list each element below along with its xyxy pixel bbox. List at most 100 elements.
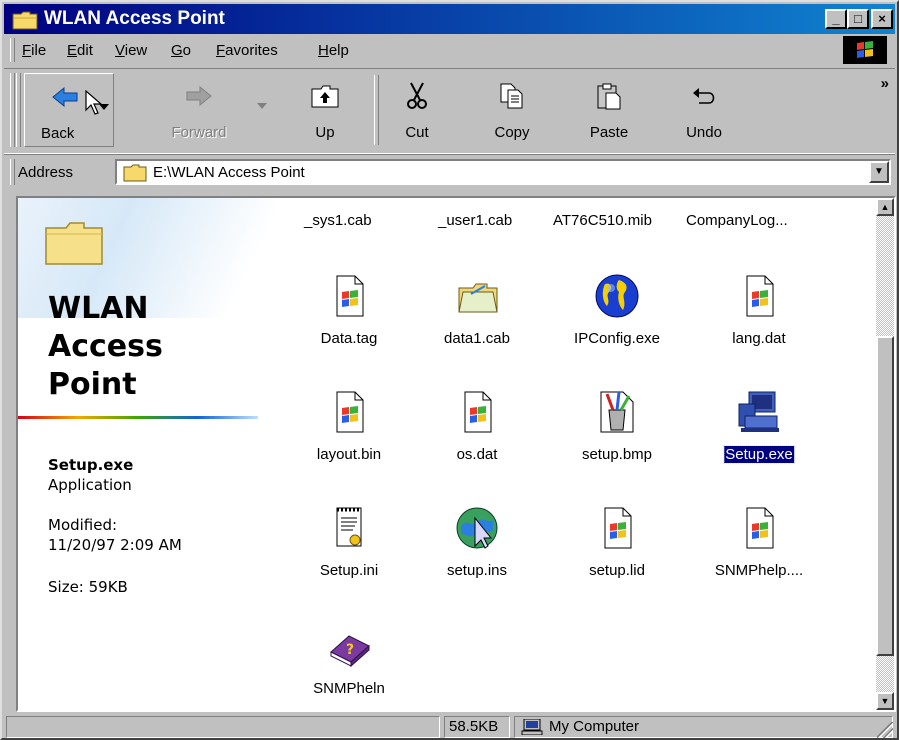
copy-button[interactable]: Copy [472, 73, 552, 147]
settings-file-icon [336, 507, 362, 547]
info-pane-title: WLAN Access Point [48, 290, 278, 404]
menu-help[interactable]: Help [318, 42, 349, 59]
file-item-snmphelp[interactable]: SNMPhelp.... [700, 504, 818, 604]
scroll-thumb[interactable] [876, 336, 894, 656]
address-bar: Address E:\WLAN Access Point ▼ [4, 154, 895, 189]
file-name: os.dat [456, 446, 498, 463]
menu-go[interactable]: Go [171, 42, 191, 59]
modified-value: 11/20/97 2:09 AM [48, 536, 182, 554]
file-item-lang-dat[interactable]: lang.dat [700, 272, 818, 372]
toolbar-overflow-button[interactable]: » [881, 75, 889, 92]
help-book-icon: ? [330, 635, 370, 668]
folder-icon [45, 222, 103, 265]
modified-label: Modified: [48, 516, 118, 534]
file-item-setup-exe[interactable]: Setup.exe [700, 388, 818, 488]
back-arrow-icon [52, 86, 78, 108]
address-value: E:\WLAN Access Point [153, 164, 305, 181]
minimize-button[interactable]: _ [825, 9, 847, 29]
file-name: setup.ins [446, 562, 508, 579]
file-name: setup.bmp [581, 446, 653, 463]
windows-file-icon [604, 507, 632, 549]
installshield-globe-icon [456, 507, 498, 549]
maximize-button[interactable]: □ [847, 9, 869, 29]
my-computer-icon [521, 719, 543, 735]
windows-logo-icon [843, 36, 887, 64]
menu-favorites[interactable]: Favorites [216, 42, 278, 59]
address-grip[interactable] [10, 159, 15, 185]
vertical-scrollbar[interactable]: ▲ ▼ [876, 198, 894, 710]
file-item-os-dat[interactable]: os.dat [418, 388, 536, 488]
resize-grip[interactable] [877, 722, 893, 738]
file-item-setup-lid[interactable]: setup.lid [558, 504, 676, 604]
info-title-line2: Access [48, 329, 163, 364]
status-zone: My Computer [514, 716, 893, 738]
file-name: SNMPhelp.... [714, 562, 804, 579]
standard-toolbar: Back Forward Up Cut Copy Paste Undo » [4, 68, 895, 154]
windows-file-icon [336, 275, 364, 317]
file-name: layout.bin [316, 446, 382, 463]
file-size: Size: 59KB [48, 578, 128, 596]
file-item-ipconfig-exe[interactable]: IPConfig.exe [558, 272, 676, 372]
color-rule [18, 416, 258, 419]
mouse-cursor-icon [85, 90, 103, 115]
explorer-window: WLAN Access Point _ □ × File Edit View G… [0, 0, 899, 740]
menu-file[interactable]: File [22, 42, 46, 59]
cabinet-folder-icon [458, 283, 498, 313]
file-item-data-tag[interactable]: Data.tag [290, 272, 408, 372]
back-label: Back [41, 125, 75, 142]
file-item-user1-cab[interactable]: _user1.cab [438, 212, 512, 229]
info-title-line1: WLAN [48, 291, 149, 326]
status-zone-label: My Computer [549, 718, 640, 735]
windows-file-icon [746, 507, 774, 549]
file-name: SNMPheln [313, 680, 385, 697]
file-item-sys1-cab[interactable]: _sys1.cab [304, 212, 372, 229]
selected-file-name: Setup.exe [48, 456, 134, 474]
folder-icon [12, 11, 38, 30]
file-item-at76c510-mib[interactable]: AT76C510.mib [553, 212, 652, 229]
info-title-line3: Point [48, 367, 137, 402]
file-item-layout-bin[interactable]: layout.bin [290, 388, 408, 488]
file-item-snmpheln[interactable]: ? SNMPheln [290, 622, 408, 710]
close-button[interactable]: × [871, 9, 893, 29]
back-button[interactable]: Back [24, 73, 114, 147]
windows-file-icon [336, 391, 364, 433]
status-bar: 58.5KB My Computer [4, 714, 895, 738]
forward-dropdown-icon[interactable] [257, 103, 267, 109]
toolbar-grip-2 [16, 73, 21, 147]
folder-up-icon [311, 85, 339, 108]
title-bar[interactable]: WLAN Access Point _ □ × [4, 4, 895, 34]
paste-icon [597, 83, 621, 110]
address-dropdown-button[interactable]: ▼ [869, 161, 889, 183]
selected-file-type: Application [48, 476, 132, 494]
info-pane: WLAN Access Point Setup.exe Application … [18, 198, 293, 710]
status-panel-main [6, 716, 440, 738]
undo-label: Undo [686, 124, 722, 141]
menu-edit[interactable]: Edit [67, 42, 93, 59]
up-label: Up [315, 124, 335, 141]
file-item-data1-cab[interactable]: data1.cab [418, 272, 536, 372]
menu-grip[interactable] [10, 38, 15, 62]
forward-button[interactable]: Forward [159, 73, 267, 147]
toolbar-grip[interactable] [10, 73, 15, 147]
menu-view[interactable]: View [115, 42, 147, 59]
cut-label: Cut [405, 124, 429, 141]
file-item-setup-bmp[interactable]: setup.bmp [558, 388, 676, 488]
address-input[interactable]: E:\WLAN Access Point ▼ [115, 159, 891, 185]
file-item-setup-ini[interactable]: Setup.ini [290, 504, 408, 604]
file-item-companylogo[interactable]: CompanyLog... [686, 212, 788, 229]
windows-file-icon [746, 275, 774, 317]
windows-file-icon [464, 391, 492, 433]
scissors-icon [407, 82, 427, 109]
file-item-setup-ins[interactable]: setup.ins [418, 504, 536, 604]
copy-label: Copy [494, 124, 530, 141]
forward-label: Forward [171, 124, 227, 141]
scroll-down-button[interactable]: ▼ [876, 692, 894, 710]
paint-bitmap-icon [600, 391, 634, 433]
cut-button[interactable]: Cut [382, 73, 452, 147]
scroll-up-button[interactable]: ▲ [876, 198, 894, 216]
forward-arrow-icon [186, 85, 212, 107]
paste-button[interactable]: Paste [569, 73, 649, 147]
undo-icon [693, 88, 715, 104]
undo-button[interactable]: Undo [664, 73, 744, 147]
up-button[interactable]: Up [289, 73, 361, 147]
